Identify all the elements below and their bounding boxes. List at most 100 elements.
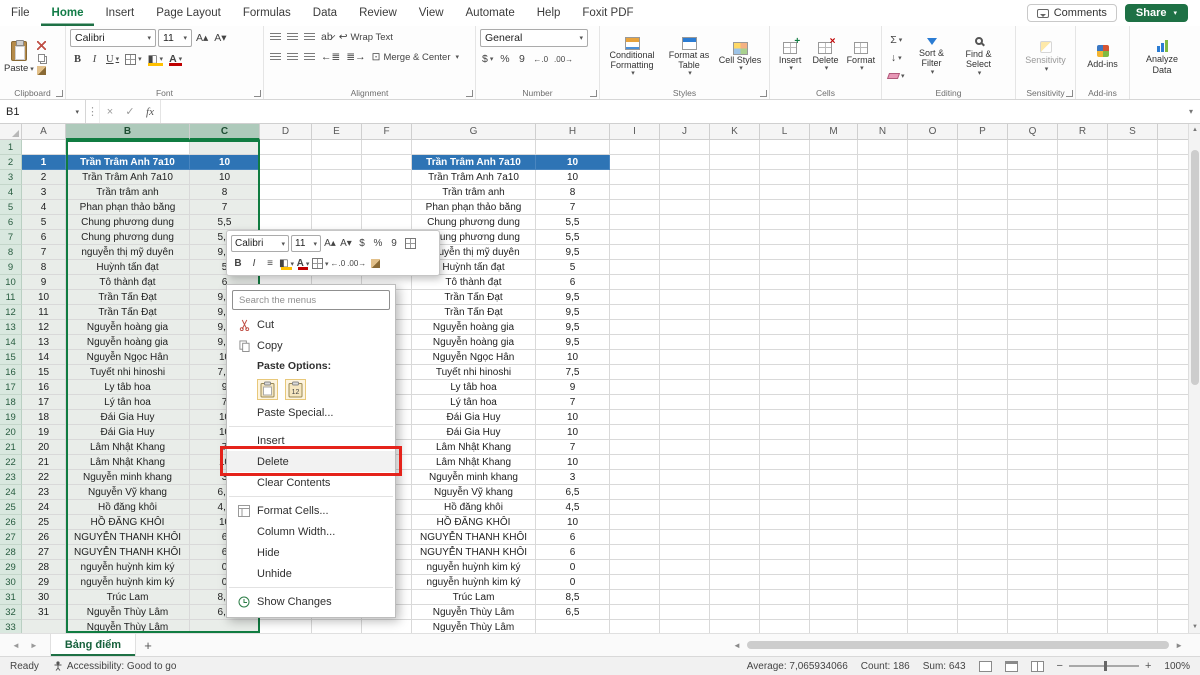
delete-cells-button[interactable]: Delete▾ bbox=[809, 42, 841, 73]
name-box[interactable]: B1 ▾ bbox=[0, 100, 86, 123]
cell-I31[interactable] bbox=[610, 590, 660, 605]
column-header-E[interactable]: E bbox=[312, 124, 362, 140]
cell-H14[interactable]: 9,5 bbox=[536, 335, 610, 350]
cell-I2[interactable] bbox=[610, 155, 660, 170]
cell-A7[interactable]: 6 bbox=[22, 230, 66, 245]
cell-E1[interactable] bbox=[312, 140, 362, 155]
cell-R8[interactable] bbox=[1058, 245, 1108, 260]
cell-N21[interactable] bbox=[858, 440, 908, 455]
formula-bar-expand-icon[interactable]: ▾ bbox=[1182, 100, 1200, 123]
cell-L3[interactable] bbox=[760, 170, 810, 185]
cell-M31[interactable] bbox=[810, 590, 858, 605]
cell-P24[interactable] bbox=[958, 485, 1008, 500]
cell-P21[interactable] bbox=[958, 440, 1008, 455]
row-header-17[interactable]: 17 bbox=[0, 380, 22, 395]
cell-B20[interactable]: Đái Gia Huy bbox=[66, 425, 190, 440]
cell-R5[interactable] bbox=[1058, 200, 1108, 215]
cell-P18[interactable] bbox=[958, 395, 1008, 410]
cell-I25[interactable] bbox=[610, 500, 660, 515]
scroll-left-icon[interactable]: ◄ bbox=[730, 641, 744, 650]
tab-automate[interactable]: Automate bbox=[455, 0, 526, 26]
cell-G13[interactable]: Nguyễn hoàng gia bbox=[412, 320, 536, 335]
cell-S11[interactable] bbox=[1108, 290, 1158, 305]
cell-H8[interactable]: 9,5 bbox=[536, 245, 610, 260]
cell-N11[interactable] bbox=[858, 290, 908, 305]
cell-N2[interactable] bbox=[858, 155, 908, 170]
cell-O5[interactable] bbox=[908, 200, 958, 215]
italic-button[interactable]: I bbox=[87, 51, 102, 67]
cell-O22[interactable] bbox=[908, 455, 958, 470]
scroll-down-icon[interactable]: ▼ bbox=[1189, 621, 1200, 633]
cell-styles-button[interactable]: Cell Styles▾ bbox=[718, 42, 762, 73]
scroll-up-icon[interactable]: ▲ bbox=[1189, 124, 1200, 136]
cell-K10[interactable] bbox=[710, 275, 760, 290]
cell-I26[interactable] bbox=[610, 515, 660, 530]
cell-J15[interactable] bbox=[660, 350, 710, 365]
cell-R4[interactable] bbox=[1058, 185, 1108, 200]
cell-S25[interactable] bbox=[1108, 500, 1158, 515]
cell-N10[interactable] bbox=[858, 275, 908, 290]
cell-G10[interactable]: Tô thành đạt bbox=[412, 275, 536, 290]
column-header-O[interactable]: O bbox=[908, 124, 958, 140]
cell-R28[interactable] bbox=[1058, 545, 1108, 560]
cell-R15[interactable] bbox=[1058, 350, 1108, 365]
copy-icon[interactable] bbox=[38, 54, 45, 62]
cell-Q16[interactable] bbox=[1008, 365, 1058, 380]
cell-B18[interactable]: Lý tân hoa bbox=[66, 395, 190, 410]
cell-J6[interactable] bbox=[660, 215, 710, 230]
context-unhide[interactable]: Unhide bbox=[227, 563, 395, 584]
analyze-data-button[interactable]: Analyze Data bbox=[1136, 40, 1188, 75]
cell-N9[interactable] bbox=[858, 260, 908, 275]
cell-H6[interactable]: 5,5 bbox=[536, 215, 610, 230]
cell-B12[interactable]: Trần Tấn Đạt bbox=[66, 305, 190, 320]
cell-C2[interactable]: 10 bbox=[190, 155, 260, 170]
cell-L11[interactable] bbox=[760, 290, 810, 305]
enter-icon[interactable]: ✓ bbox=[120, 100, 140, 123]
cell-H12[interactable]: 9,5 bbox=[536, 305, 610, 320]
cell-R22[interactable] bbox=[1058, 455, 1108, 470]
cell-I16[interactable] bbox=[610, 365, 660, 380]
cell-P23[interactable] bbox=[958, 470, 1008, 485]
tab-file[interactable]: File bbox=[0, 0, 41, 26]
addins-button[interactable]: Add-ins bbox=[1081, 45, 1125, 69]
cell-I4[interactable] bbox=[610, 185, 660, 200]
cell-J16[interactable] bbox=[660, 365, 710, 380]
cell-M32[interactable] bbox=[810, 605, 858, 620]
table-icon[interactable] bbox=[403, 236, 417, 251]
orientation-icon[interactable]: ab̷ bbox=[319, 29, 335, 45]
cell-J13[interactable] bbox=[660, 320, 710, 335]
borders-button[interactable]: ▾ bbox=[123, 51, 144, 67]
cell-N23[interactable] bbox=[858, 470, 908, 485]
zoom-slider-thumb[interactable] bbox=[1104, 661, 1107, 671]
cell-B26[interactable]: HỒ ĐĂNG KHÔI bbox=[66, 515, 190, 530]
cell-L10[interactable] bbox=[760, 275, 810, 290]
cell-H19[interactable]: 10 bbox=[536, 410, 610, 425]
cell-B9[interactable]: Huỳnh tấn đạt bbox=[66, 260, 190, 275]
sensitivity-dialog-launcher-icon[interactable] bbox=[1066, 90, 1073, 97]
cell-O16[interactable] bbox=[908, 365, 958, 380]
cell-H3[interactable]: 10 bbox=[536, 170, 610, 185]
cell-R24[interactable] bbox=[1058, 485, 1108, 500]
cell-B31[interactable]: Trúc Lam bbox=[66, 590, 190, 605]
cell-L13[interactable] bbox=[760, 320, 810, 335]
cell-I28[interactable] bbox=[610, 545, 660, 560]
cell-F33[interactable] bbox=[362, 620, 412, 633]
number-dialog-launcher-icon[interactable] bbox=[590, 90, 597, 97]
cell-G17[interactable]: Ly tâb hoa bbox=[412, 380, 536, 395]
cell-L12[interactable] bbox=[760, 305, 810, 320]
cell-K4[interactable] bbox=[710, 185, 760, 200]
formula-input[interactable] bbox=[160, 100, 1182, 123]
cell-D3[interactable] bbox=[260, 170, 312, 185]
cell-M5[interactable] bbox=[810, 200, 858, 215]
cell-I18[interactable] bbox=[610, 395, 660, 410]
cell-Q3[interactable] bbox=[1008, 170, 1058, 185]
cell-A8[interactable]: 7 bbox=[22, 245, 66, 260]
cell-P27[interactable] bbox=[958, 530, 1008, 545]
underline-button[interactable]: U▾ bbox=[104, 51, 121, 67]
cell-C1[interactable] bbox=[190, 140, 260, 155]
row-header-13[interactable]: 13 bbox=[0, 320, 22, 335]
cell-H15[interactable]: 10 bbox=[536, 350, 610, 365]
cell-S19[interactable] bbox=[1108, 410, 1158, 425]
cell-K33[interactable] bbox=[710, 620, 760, 633]
cell-R3[interactable] bbox=[1058, 170, 1108, 185]
